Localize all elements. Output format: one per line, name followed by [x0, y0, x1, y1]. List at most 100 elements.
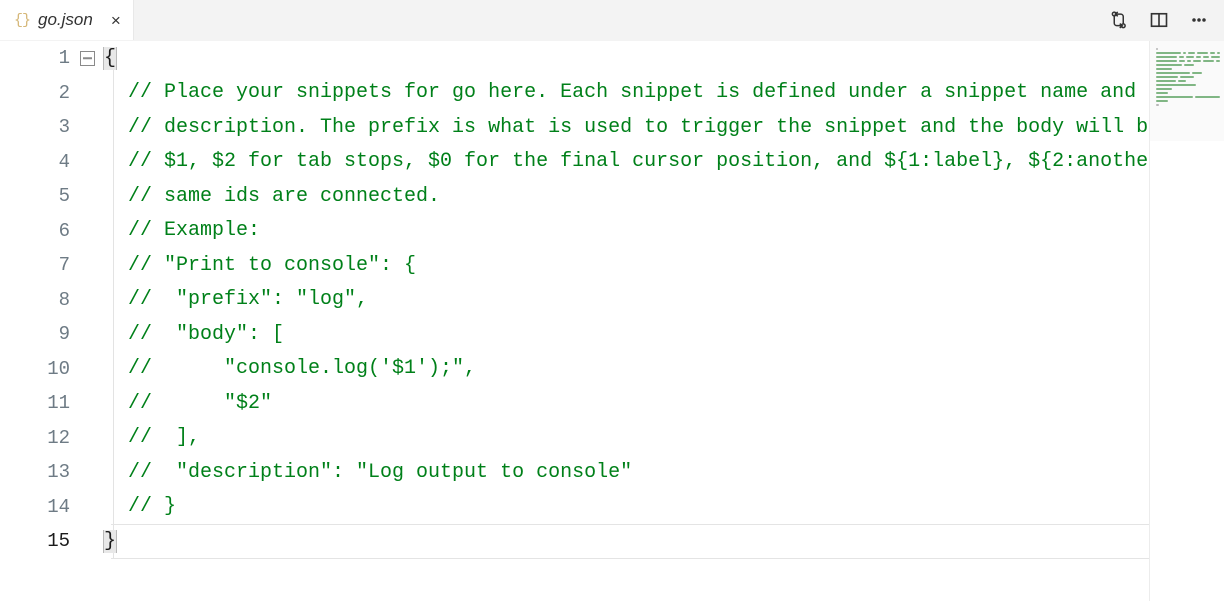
- code-token: // "Print to console": {: [104, 253, 417, 277]
- minimap-segment: [1178, 80, 1186, 82]
- minimap-segment: [1156, 80, 1176, 82]
- minimap-segment: [1156, 84, 1196, 86]
- code-token: // same ids are connected.: [104, 184, 441, 208]
- minimap-segment: [1210, 56, 1220, 58]
- minimap-segment: [1156, 96, 1193, 98]
- code-line-text: // Place your snippets for go here. Each…: [98, 81, 1224, 104]
- editor-tab-bar: {} go.json ×: [0, 0, 1224, 41]
- toggle-changes-icon[interactable]: [1108, 9, 1130, 31]
- tab-bar-empty-space: [133, 0, 1098, 40]
- close-icon[interactable]: ×: [111, 12, 121, 29]
- code-line[interactable]: 5 // same ids are connected.: [0, 179, 1224, 214]
- code-line-text: // "$2": [98, 392, 1224, 415]
- editor-window: {} go.json × 1 {2 // Place your snippet…: [0, 0, 1224, 601]
- minimap-segment: [1184, 64, 1194, 66]
- code-line[interactable]: 7 // "Print to console": {: [0, 248, 1224, 283]
- code-token: // $1, $2 for tab stops, $0 for the fina…: [128, 150, 1220, 174]
- code-line-text: // $1, $2 for tab stops, $0 for the fina…: [98, 150, 1224, 173]
- line-number: 11: [47, 392, 70, 415]
- minimap-segment: [1180, 76, 1194, 78]
- minimap-segment: [1156, 72, 1190, 74]
- minimap-segment: [1192, 72, 1202, 74]
- code-token: // ],: [104, 426, 201, 450]
- code-token: // Place your snippets for go here. Each…: [104, 81, 1209, 105]
- code-line[interactable]: 4 // $1, $2 for tab stops, $0 for the fi…: [0, 145, 1224, 180]
- code-line[interactable]: 14 // }: [0, 490, 1224, 525]
- code-line[interactable]: 8 // "prefix": "log",: [0, 283, 1224, 318]
- minimap-segment: [1196, 56, 1202, 58]
- code-token: // "body": [: [104, 322, 285, 346]
- code-line-text: // "description": "Log output to console…: [98, 461, 1224, 484]
- code-line-text: // }: [98, 495, 1224, 518]
- minimap-segment: [1156, 104, 1159, 106]
- minimap-segment: [1179, 56, 1185, 58]
- minimap-segment: [1197, 52, 1209, 54]
- code-line-text: // same ids are connected.: [98, 185, 1224, 208]
- line-number: 2: [58, 81, 70, 104]
- line-number: 4: [58, 150, 70, 173]
- minimap-segment: [1210, 52, 1216, 54]
- minimap-segment: [1156, 48, 1158, 50]
- code-line[interactable]: 2 // Place your snippets for go here. Ea…: [0, 76, 1224, 111]
- editor-tab-go-json[interactable]: {} go.json ×: [0, 0, 134, 40]
- line-number: 1: [58, 47, 70, 70]
- minimap-segment: [1216, 60, 1221, 62]
- line-number: 5: [58, 185, 70, 208]
- minimap-segment: [1178, 60, 1185, 62]
- minimap[interactable]: [1149, 41, 1224, 601]
- line-number: 10: [47, 357, 70, 380]
- code-line[interactable]: 9 // "body": [: [0, 317, 1224, 352]
- code-line[interactable]: 15}: [0, 524, 1224, 559]
- code-token: // "console.log('$1');",: [104, 357, 477, 381]
- fold-slot: [76, 50, 98, 66]
- editor-body: 1{2 // Place your snippets for go here. …: [0, 41, 1224, 601]
- line-number: 9: [58, 323, 70, 346]
- code-line[interactable]: 1{: [0, 41, 1224, 76]
- code-line-text: // "body": [: [98, 323, 1224, 346]
- code-token: // Example:: [104, 219, 261, 243]
- code-line[interactable]: 11 // "$2": [0, 386, 1224, 421]
- code-token: // "$2": [104, 391, 273, 415]
- editor-tab-label: go.json: [38, 10, 93, 29]
- line-number: 12: [47, 426, 70, 449]
- minimap-segment: [1186, 60, 1192, 62]
- code-line[interactable]: 10 // "console.log('$1');",: [0, 352, 1224, 387]
- more-actions-icon[interactable]: [1188, 9, 1210, 31]
- line-number: 13: [47, 461, 70, 484]
- code-line[interactable]: 13 // "description": "Log output to cons…: [0, 455, 1224, 490]
- split-editor-icon[interactable]: [1148, 9, 1170, 31]
- code-lines: 1{2 // Place your snippets for go here. …: [0, 41, 1224, 559]
- minimap-segment: [1194, 96, 1220, 98]
- line-number: 15: [47, 530, 70, 553]
- minimap-segment: [1217, 52, 1220, 54]
- minimap-segment: [1156, 68, 1172, 70]
- code-line-text: // "prefix": "log",: [98, 288, 1224, 311]
- minimap-segment: [1156, 60, 1177, 62]
- bracket-match-token: {: [102, 46, 118, 70]
- line-number: 14: [47, 495, 70, 518]
- line-number: 8: [58, 288, 70, 311]
- minimap-segment: [1188, 52, 1196, 54]
- minimap-segment: [1156, 56, 1178, 58]
- code-line-text: // description. The prefix is what is us…: [98, 116, 1224, 139]
- code-token: // "description": "Log output to console…: [104, 460, 633, 484]
- code-line-text: // "console.log('$1');",: [98, 357, 1224, 380]
- minimap-segment: [1156, 88, 1172, 90]
- bracket-match-token: }: [102, 529, 118, 553]
- code-token: // }: [104, 495, 177, 519]
- code-line[interactable]: 12 // ],: [0, 421, 1224, 456]
- code-line-text: // ],: [98, 426, 1224, 449]
- editor-actions: [1098, 0, 1224, 40]
- code-line-text: // Example:: [98, 219, 1224, 242]
- minimap-segment: [1202, 60, 1215, 62]
- minimap-segment: [1156, 76, 1178, 78]
- code-line-text: }: [98, 529, 1224, 553]
- code-line[interactable]: 6 // Example:: [0, 214, 1224, 249]
- code-editor-surface[interactable]: 1{2 // Place your snippets for go here. …: [0, 41, 1224, 601]
- code-line[interactable]: 3 // description. The prefix is what is …: [0, 110, 1224, 145]
- code-line-text: {: [98, 46, 1224, 70]
- fold-collapse-icon[interactable]: [79, 50, 95, 66]
- json-file-icon: {}: [14, 11, 31, 29]
- code-line-text: // "Print to console": {: [98, 254, 1224, 277]
- minimap-segment: [1203, 56, 1209, 58]
